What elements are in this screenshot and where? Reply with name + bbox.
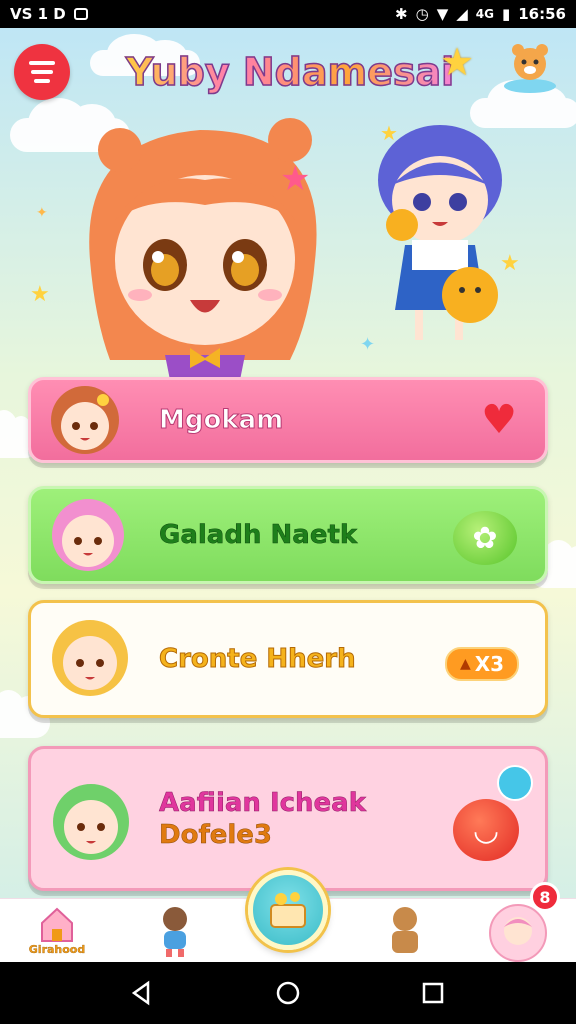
menu-card-3[interactable]: Cronte Hherh ▲ X3	[28, 600, 548, 718]
hero-girl-main: ★	[89, 118, 317, 380]
svg-text:✦: ✦	[360, 334, 375, 355]
menu-card-1[interactable]: Mgokam ♥	[28, 377, 548, 463]
multiplier-badge[interactable]: ▲ X3	[445, 647, 519, 681]
status-bar: VS 1 D ✱ ◷ ▼ ◢ 4G ▮ 16:56	[0, 0, 576, 28]
svg-text:★: ★	[500, 251, 520, 276]
sparkle-icon: ✿	[472, 520, 498, 556]
center-action-button[interactable]	[248, 870, 328, 950]
smile-button[interactable]: ◡	[453, 799, 519, 861]
menu-button[interactable]	[14, 44, 70, 100]
tab-home[interactable]: Girahood	[22, 903, 92, 959]
candle-icon: ▲	[459, 656, 471, 672]
hero-girl-small	[378, 125, 502, 340]
notification-icon	[73, 8, 88, 20]
status-left: VS 1 D	[10, 5, 88, 23]
bluetooth-icon: ✱	[395, 5, 408, 23]
star-icon: ★	[30, 282, 50, 307]
tab-profile[interactable]	[488, 903, 548, 963]
avatar	[53, 784, 129, 860]
cake-icon	[270, 892, 306, 928]
alarm-icon: ◷	[415, 5, 429, 23]
mascot-icon[interactable]	[500, 40, 560, 96]
tab-home-label: Girahood	[28, 943, 86, 956]
card-label: Galadh Naetk	[159, 520, 358, 551]
menu-card-2[interactable]: Galadh Naetk ✿	[28, 486, 548, 584]
status-right: ✱ ◷ ▼ ◢ 4G ▮ 16:56	[395, 5, 566, 23]
app-title: Yuby Ndamesai	[120, 49, 460, 95]
signal-label: 4G	[475, 7, 494, 21]
card-label: Mgokam	[158, 405, 284, 436]
badge-text: X3	[474, 652, 505, 676]
status-left-text: VS 1 D	[10, 5, 66, 23]
tab-character-2[interactable]	[380, 903, 430, 959]
svg-text:★: ★	[280, 159, 310, 199]
hero-illustration: ★ ★ ★ ✦	[89, 118, 520, 380]
sparkle-button[interactable]: ✿	[453, 511, 517, 565]
cloud-bubble-icon[interactable]	[497, 765, 533, 801]
card-label: Cronte Hherh	[159, 644, 357, 675]
signal-icon: ◢	[456, 5, 468, 23]
smile-icon: ◡	[474, 812, 498, 848]
house-icon	[41, 907, 73, 942]
star-icon: ✦	[36, 205, 48, 221]
back-icon[interactable]	[128, 980, 154, 1006]
system-nav-bar	[0, 962, 576, 1024]
card-label: Aafiian Icheak Dofele3	[159, 787, 367, 851]
star-icon: ★	[440, 40, 475, 84]
card-label-line2: Dofele3	[159, 819, 273, 850]
menu-icon	[29, 61, 55, 65]
avatar	[52, 620, 128, 696]
card-label-line1: Aafiian Icheak	[159, 787, 367, 818]
battery-icon: ▮	[501, 5, 511, 23]
status-clock: 16:56	[518, 5, 566, 23]
svg-text:★: ★	[380, 121, 398, 145]
avatar	[51, 386, 119, 454]
heart-icon[interactable]: ♥	[473, 394, 525, 446]
notification-badge: 8	[530, 882, 560, 912]
wifi-icon: ▼	[436, 5, 449, 23]
tab-character-1[interactable]	[150, 903, 200, 959]
home-icon[interactable]	[275, 980, 301, 1006]
recents-icon[interactable]	[420, 980, 446, 1006]
avatar	[52, 499, 124, 571]
